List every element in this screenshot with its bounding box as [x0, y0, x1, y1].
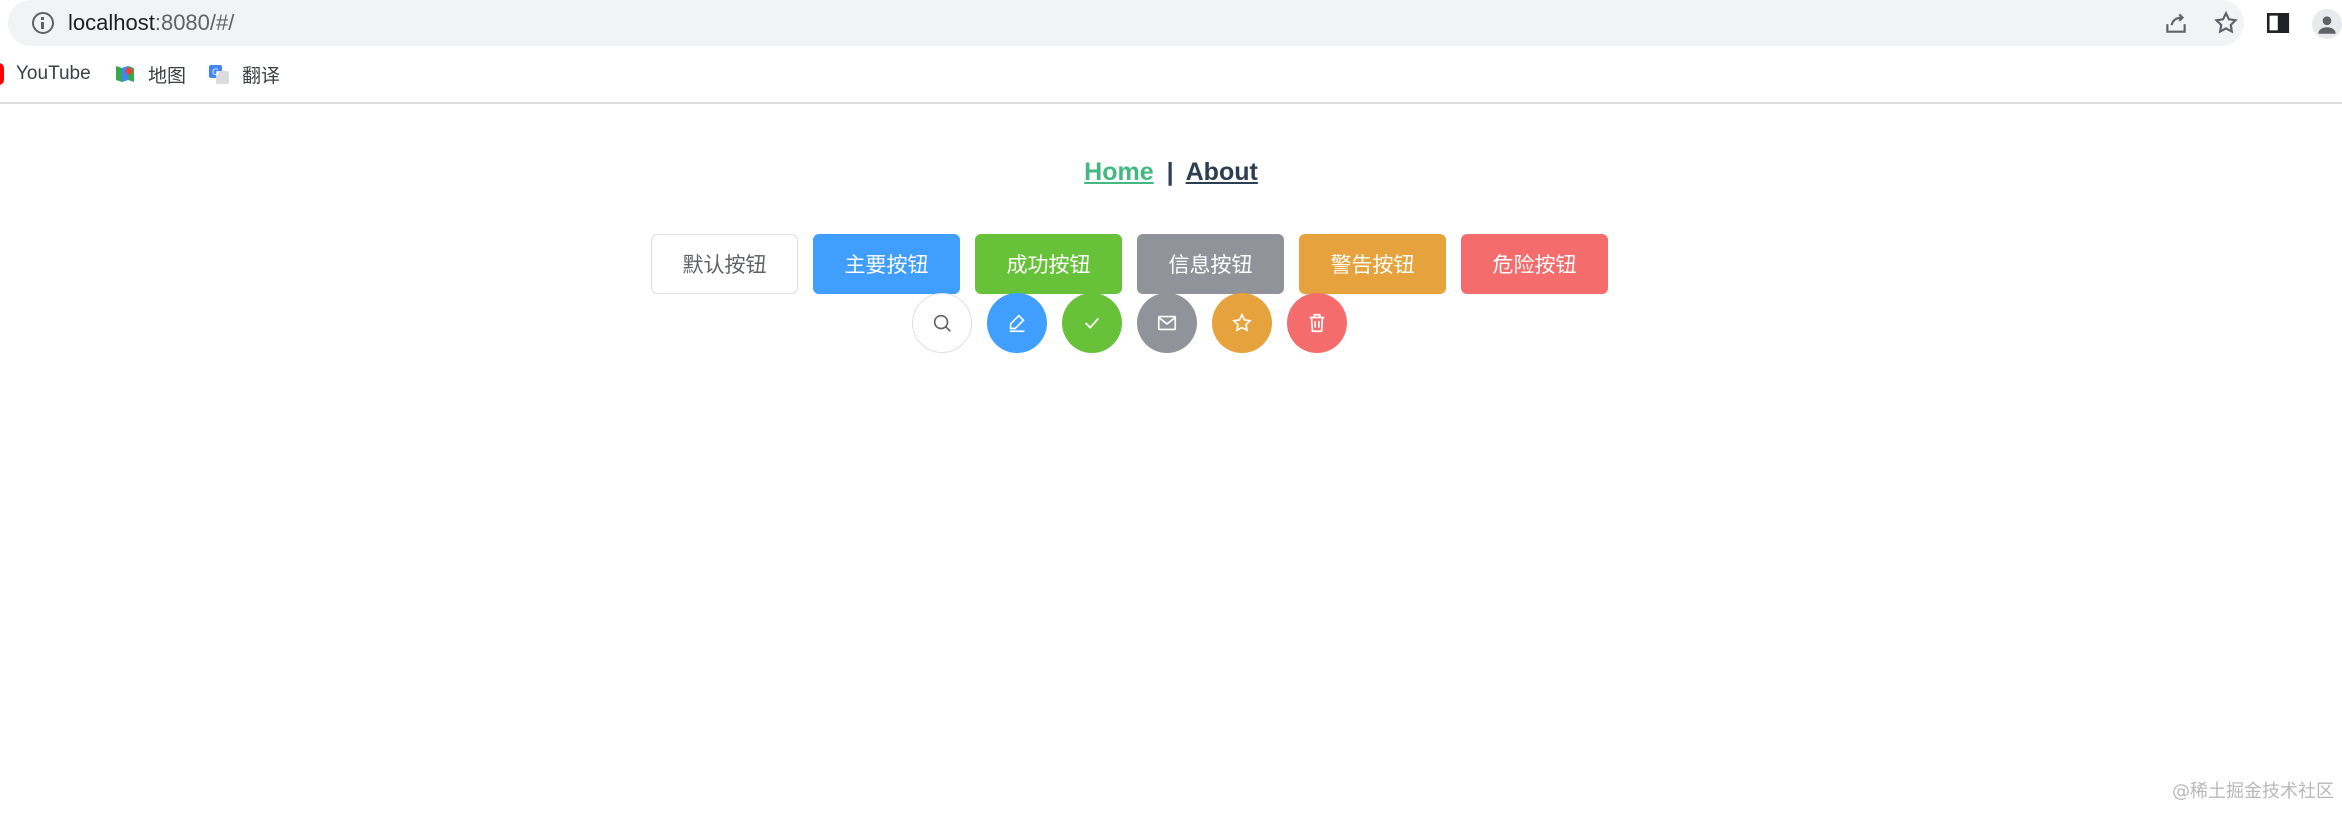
bookmark-star-icon[interactable] [2212, 9, 2240, 37]
nav-separator: | [1166, 158, 1174, 186]
star-circle-button[interactable] [1212, 293, 1272, 353]
nav-link-home[interactable]: Home [1084, 158, 1153, 186]
danger-button[interactable]: 危险按钮 [1461, 234, 1608, 294]
delete-circle-button[interactable] [1287, 293, 1347, 353]
address-bar[interactable]: localhost:8080/#/ [8, 0, 2244, 46]
delete-icon [1309, 313, 1325, 333]
edit-circle-button[interactable] [987, 293, 1047, 353]
circle-button-row [912, 293, 1347, 353]
browser-toolbar: localhost:8080/#/ [0, 0, 2342, 48]
search-circle-button[interactable] [912, 293, 972, 353]
info-icon[interactable] [32, 12, 54, 34]
bookmark-translate[interactable]: G 翻译 [208, 56, 280, 92]
youtube-icon [0, 63, 4, 85]
bookmark-youtube[interactable]: YouTube [0, 56, 91, 92]
nav-link-about[interactable]: About [1186, 158, 1258, 186]
sidepanel-icon[interactable] [2264, 9, 2292, 37]
svg-text:G: G [212, 68, 219, 78]
star-icon [1232, 312, 1252, 332]
search-icon [933, 314, 951, 332]
check-icon [1084, 317, 1100, 329]
toolbar-divider [0, 102, 2342, 104]
share-icon[interactable] [2162, 9, 2190, 37]
warning-button[interactable]: 警告按钮 [1299, 234, 1446, 294]
default-button[interactable]: 默认按钮 [651, 234, 798, 294]
check-circle-button[interactable] [1062, 293, 1122, 353]
success-button[interactable]: 成功按钮 [975, 234, 1122, 294]
bookmark-maps[interactable]: 地图 [114, 56, 186, 92]
edit-icon [1009, 314, 1025, 333]
url-text[interactable]: localhost:8080/#/ [68, 9, 234, 37]
maps-icon [114, 63, 136, 85]
bookmarks-bar: YouTube 地图 G 翻译 [0, 56, 2342, 92]
info-button[interactable]: 信息按钮 [1137, 234, 1284, 294]
message-circle-button[interactable] [1137, 293, 1197, 353]
router-nav: Home | About [0, 158, 2342, 187]
primary-button[interactable]: 主要按钮 [813, 234, 960, 294]
text-button-row: 默认按钮 主要按钮 成功按钮 信息按钮 警告按钮 危险按钮 [651, 234, 1608, 294]
profile-icon[interactable] [2312, 9, 2342, 39]
translate-icon: G [208, 63, 230, 85]
message-icon [1157, 315, 1177, 331]
watermark: @稀土掘金技术社区 [2172, 781, 2334, 802]
